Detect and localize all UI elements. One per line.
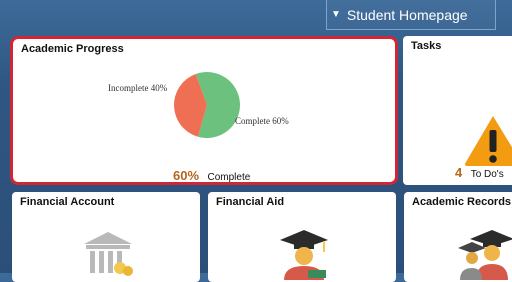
pie-label-incomplete: Incomplete 40% [108,83,168,93]
pie-label-complete: Complete 60% [235,116,289,126]
tasks-tile[interactable]: Tasks 4 To Do's [403,36,512,185]
tasks-count-label: To Do's [470,169,504,180]
progress-pie-chart [174,72,240,138]
student-homepage-nav-button[interactable]: ▼ Student Homepage [326,0,496,30]
warning-icon [465,116,512,166]
progress-percent: 60% [173,168,200,183]
progress-percent-label: Complete [207,172,251,183]
financial-account-tile[interactable]: Financial Account [12,192,200,282]
nav-label: Student Homepage [346,6,468,23]
graduates-icon [458,230,512,280]
tile-title: Financial Account [20,196,115,208]
progress-summary: 60% Complete [173,167,251,183]
tile-title: Tasks [411,40,442,52]
financial-aid-tile[interactable]: Financial Aid [208,192,396,282]
tile-title: Academic Records [412,196,512,208]
graduate-icon [280,230,328,280]
tasks-summary: 4 To Do's [455,164,504,182]
tile-title: Financial Aid [216,196,285,208]
academic-progress-tile[interactable]: Academic Progress Incomplete 40% Complet… [10,36,398,185]
bank-icon [84,232,133,276]
caret-down-icon: ▼ [331,9,341,20]
academic-records-tile[interactable]: Academic Records [404,192,512,282]
tasks-count: 4 [455,165,463,180]
